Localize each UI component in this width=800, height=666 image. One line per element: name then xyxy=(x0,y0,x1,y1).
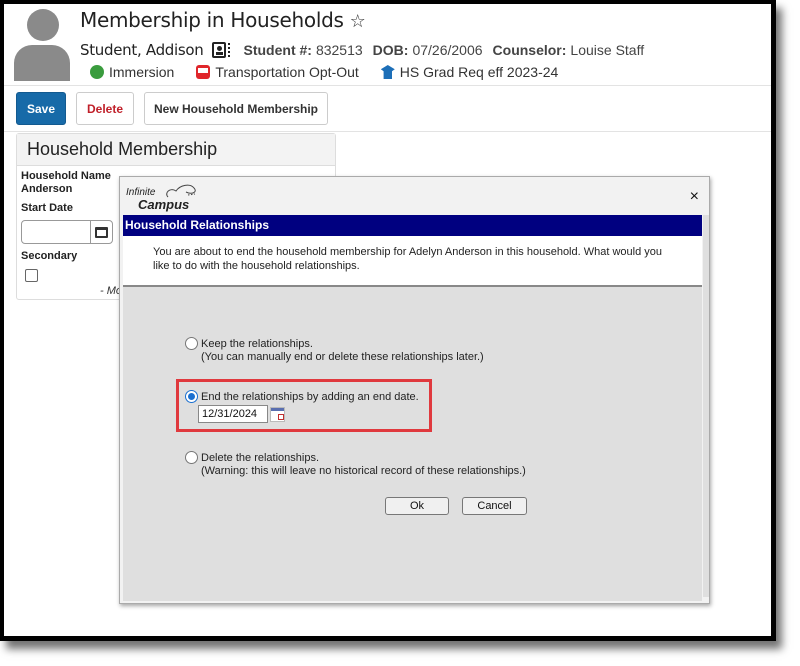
cancel-button[interactable]: Cancel xyxy=(462,497,527,515)
student-info-line: Student, Addison Student #: 832513 DOB: … xyxy=(80,41,654,59)
page-title-text: Membership in Households xyxy=(80,8,344,32)
dob-label: DOB: xyxy=(372,42,409,58)
end-date-input[interactable]: 12/31/2024 xyxy=(198,405,268,423)
flag-label: HS Grad Req eff 2023-24 xyxy=(399,64,559,80)
end-relationships-radio[interactable] xyxy=(185,390,198,403)
new-household-membership-button[interactable]: New Household Membership xyxy=(144,92,328,125)
close-icon[interactable]: × xyxy=(690,189,699,205)
option-sublabel: (Warning: this will leave no historical … xyxy=(201,465,526,477)
dialog-scrollbar[interactable] xyxy=(703,215,709,597)
flag-transportation[interactable]: Transportation Opt-Out xyxy=(196,64,359,80)
contact-card-icon[interactable] xyxy=(211,42,226,58)
delete-button[interactable]: Delete xyxy=(76,92,134,125)
start-date-input[interactable] xyxy=(21,220,113,244)
flag-label: Immersion xyxy=(109,64,175,80)
household-relationships-dialog: Infinite Campus × Household Relationship… xyxy=(119,176,710,604)
option-label: Delete the relationships. xyxy=(201,452,320,464)
flag-grad-req[interactable]: HS Grad Req eff 2023-24 xyxy=(380,64,559,80)
avatar xyxy=(14,7,70,81)
option-label: End the relationships by adding an end d… xyxy=(201,391,419,403)
ok-button[interactable]: Ok xyxy=(385,497,449,515)
bus-icon xyxy=(196,65,211,79)
star-outline-icon[interactable]: ☆ xyxy=(350,11,366,32)
dialog-message: You are about to end the household membe… xyxy=(123,236,702,287)
calendar-icon xyxy=(95,226,108,238)
delete-relationships-radio[interactable] xyxy=(185,451,198,464)
graduation-icon xyxy=(380,65,395,79)
counselor-label: Counselor: xyxy=(492,42,567,58)
globe-icon xyxy=(90,65,104,79)
contact-card-tabs xyxy=(227,43,230,57)
secondary-checkbox[interactable] xyxy=(25,269,38,282)
keep-relationships-radio[interactable] xyxy=(185,337,198,350)
household-name-label: Household Name xyxy=(21,170,111,182)
save-button[interactable]: Save xyxy=(16,92,66,125)
household-name-value: Anderson xyxy=(21,183,73,195)
avatar-head xyxy=(27,9,59,41)
page-title: Membership in Households ☆ xyxy=(80,8,366,32)
student-flags: Immersion Transportation Opt-Out HS Grad… xyxy=(90,64,580,80)
action-toolbar: Save Delete New Household Membership xyxy=(4,86,771,132)
dialog-banner-title: Household Relationships xyxy=(123,215,702,236)
student-number-label: Student #: xyxy=(243,42,312,58)
counselor-value: Louise Staff xyxy=(570,42,645,58)
calendar-icon[interactable] xyxy=(270,407,285,422)
dialog-content: Household Relationships You are about to… xyxy=(123,215,702,601)
flag-immersion[interactable]: Immersion xyxy=(90,64,174,80)
flag-label: Transportation Opt-Out xyxy=(215,64,359,80)
start-date-calendar-button[interactable] xyxy=(90,221,112,243)
option-sublabel: (You can manually end or delete these re… xyxy=(201,351,484,363)
avatar-body xyxy=(14,45,70,81)
dialog-titlebar: Infinite Campus × xyxy=(120,177,709,215)
logo-campus-text: Campus xyxy=(138,197,190,212)
infinite-campus-logo: Infinite Campus xyxy=(126,183,216,213)
screenshot-frame: Membership in Households ☆ Student, Addis… xyxy=(0,0,776,641)
start-date-label: Start Date xyxy=(21,202,73,214)
option-label: Keep the relationships. xyxy=(201,338,313,350)
panel-title: Household Membership xyxy=(17,134,335,166)
student-header: Membership in Households ☆ Student, Addis… xyxy=(4,4,771,86)
student-number-value: 832513 xyxy=(315,42,363,58)
dob-value: 07/26/2006 xyxy=(412,42,483,58)
secondary-label: Secondary xyxy=(21,250,78,262)
student-name: Student, Addison xyxy=(80,41,204,59)
